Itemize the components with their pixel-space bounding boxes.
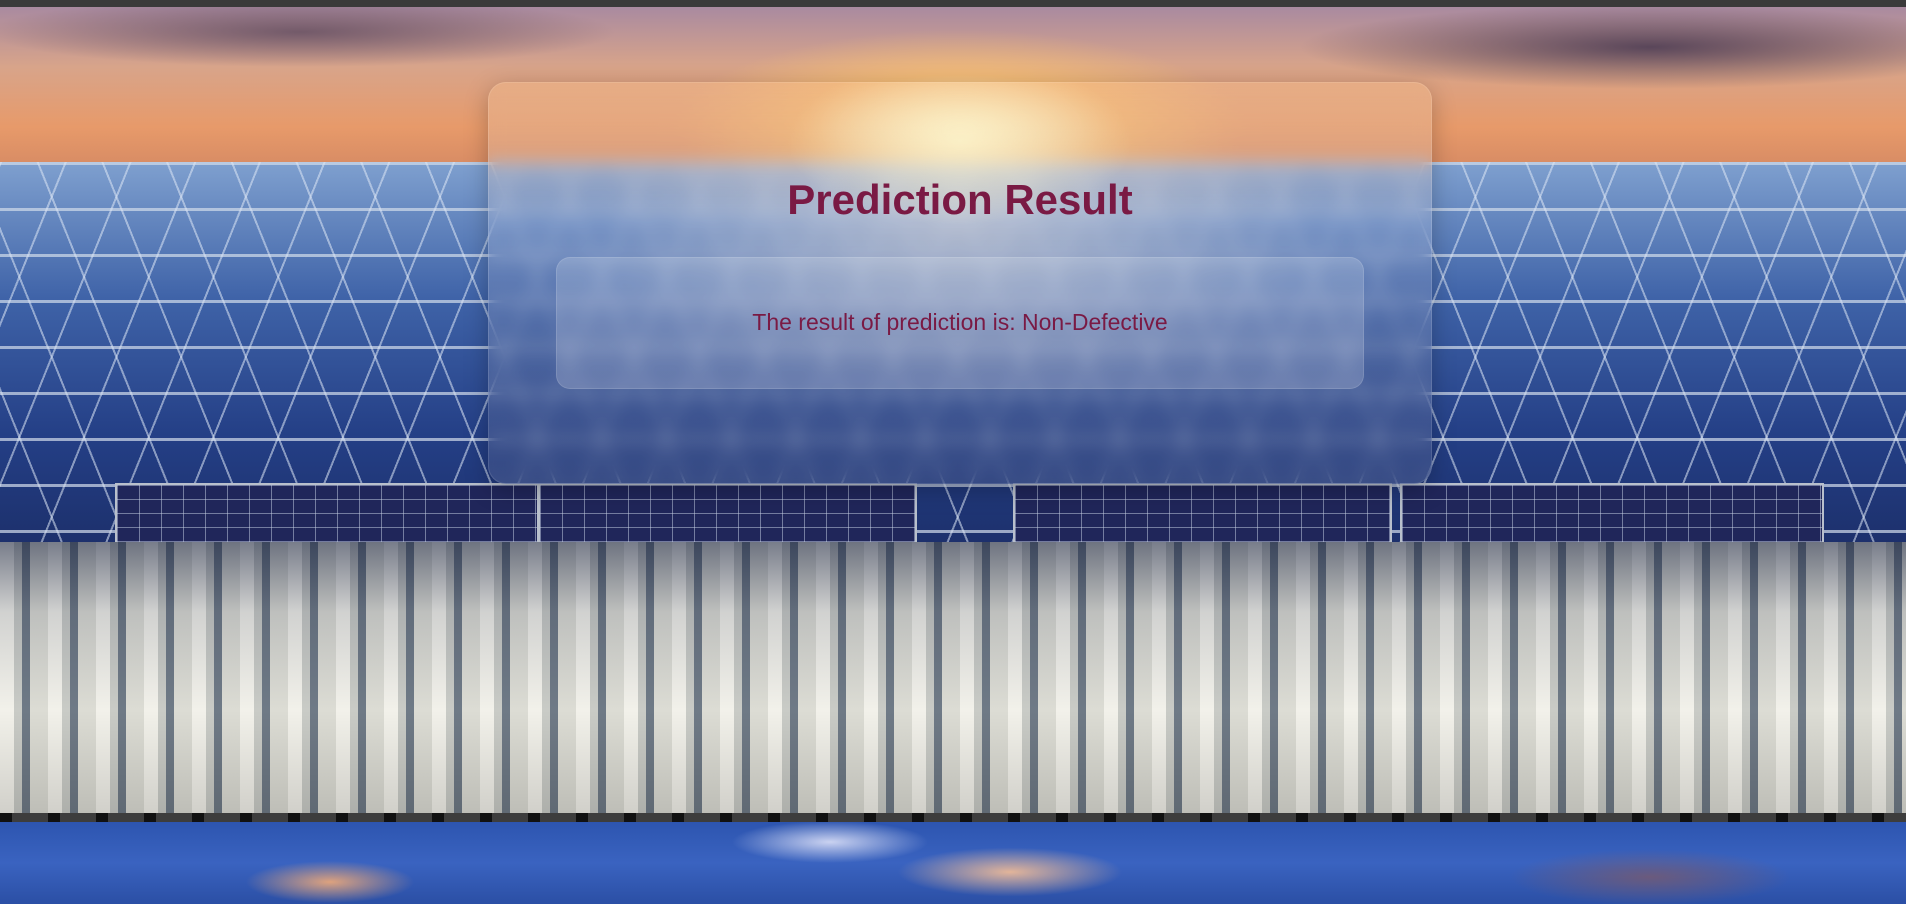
bottom-sky — [0, 822, 1906, 904]
prediction-result-text: The result of prediction is: Non-Defecti… — [752, 309, 1168, 335]
roof-shade — [0, 542, 1906, 822]
page-title: Prediction Result — [787, 176, 1133, 223]
solar-panel — [115, 483, 539, 545]
window-top-bar — [0, 0, 1906, 7]
result-box: The result of prediction is: Non-Defecti… — [556, 257, 1364, 389]
solar-panel — [538, 483, 917, 545]
solar-panel — [1400, 483, 1824, 545]
background-image: Prediction Result The result of predicti… — [0, 7, 1906, 904]
solar-panel — [1013, 483, 1392, 545]
result-card: Prediction Result The result of predicti… — [488, 82, 1432, 484]
